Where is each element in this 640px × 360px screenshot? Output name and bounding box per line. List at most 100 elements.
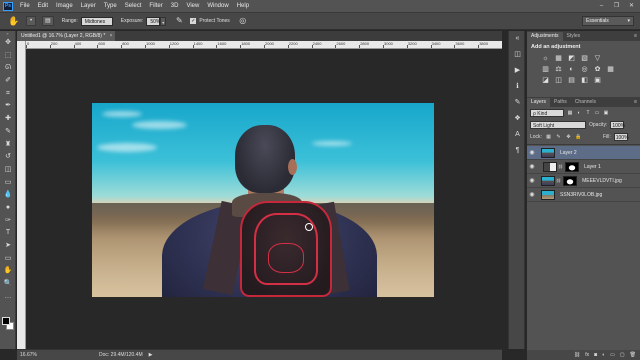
- color-balance-icon[interactable]: ⚖: [554, 65, 563, 74]
- tab-channels[interactable]: Channels: [571, 98, 600, 107]
- brush-panel-icon[interactable]: ▤: [42, 16, 54, 26]
- shape-filter-icon[interactable]: ▭: [594, 110, 600, 116]
- quick-select-tool-icon[interactable]: ✐: [0, 75, 16, 88]
- adjustment-filter-icon[interactable]: ◐: [576, 110, 582, 116]
- fill-input[interactable]: 100%: [613, 133, 629, 141]
- layer-mask-thumbnail[interactable]: [563, 175, 578, 186]
- properties-panel-icon[interactable]: ℹ: [509, 79, 526, 95]
- restore-icon[interactable]: ❐: [613, 3, 620, 10]
- black-white-icon[interactable]: ◐: [567, 65, 576, 74]
- layer-row[interactable]: ◉ ⛓ Layer 1: [527, 160, 640, 174]
- dodge-tool-icon[interactable]: ●: [0, 202, 16, 215]
- clone-stamp-tool-icon[interactable]: ♜: [0, 139, 16, 152]
- threshold-icon[interactable]: ▤: [567, 76, 576, 85]
- menu-select[interactable]: Select: [121, 0, 146, 12]
- new-adjustment-icon[interactable]: ◐: [602, 352, 605, 358]
- menu-view[interactable]: View: [182, 0, 203, 12]
- healing-tool-icon[interactable]: ✚: [0, 113, 16, 126]
- vibrance-icon[interactable]: ▽: [593, 54, 602, 63]
- history-panel-icon[interactable]: ◫: [509, 47, 526, 63]
- link-layers-icon[interactable]: ⛓: [574, 352, 580, 358]
- brush-panel-icon[interactable]: ✎: [509, 95, 526, 111]
- pressure-icon[interactable]: ◎: [238, 16, 248, 26]
- menu-3d[interactable]: 3D: [167, 0, 183, 12]
- menu-layer[interactable]: Layer: [77, 0, 100, 12]
- panel-menu-icon[interactable]: ≡: [634, 98, 637, 107]
- layer-name[interactable]: Layer 2: [560, 150, 577, 156]
- type-filter-icon[interactable]: T: [585, 110, 591, 116]
- menu-filter[interactable]: Filter: [145, 0, 166, 12]
- layer-mask-thumbnail[interactable]: [565, 161, 580, 172]
- type-tool-icon[interactable]: T: [0, 227, 16, 240]
- menu-window[interactable]: Window: [203, 0, 232, 12]
- posterize-icon[interactable]: ◫: [554, 76, 563, 85]
- lock-position-icon[interactable]: ✥: [565, 134, 572, 141]
- selective-color-icon[interactable]: ▣: [593, 76, 602, 85]
- canvas-image[interactable]: [92, 103, 434, 297]
- move-tool-icon[interactable]: ✥: [0, 37, 16, 50]
- layer-name[interactable]: MEEEVLDVTI.jpg: [582, 178, 622, 184]
- layer-style-icon[interactable]: fx: [585, 352, 589, 358]
- layer-row[interactable]: ◉ ⛓ MEEEVLDVTI.jpg: [527, 174, 640, 188]
- pixel-filter-icon[interactable]: ▦: [567, 110, 573, 116]
- blur-tool-icon[interactable]: 💧: [0, 189, 16, 202]
- paragraph-panel-icon[interactable]: ¶: [509, 143, 526, 159]
- range-select[interactable]: Midtones: [80, 16, 113, 26]
- airbrush-icon[interactable]: ✎: [174, 16, 184, 26]
- brush-size-button[interactable]: •: [26, 16, 36, 26]
- visibility-eye-icon[interactable]: ◉: [527, 149, 537, 156]
- menu-help[interactable]: Help: [233, 0, 253, 12]
- panel-menu-icon[interactable]: ≡: [634, 32, 637, 41]
- gradient-map-icon[interactable]: ◧: [580, 76, 589, 85]
- pen-tool-icon[interactable]: ✑: [0, 215, 16, 228]
- delete-layer-icon[interactable]: 🗑: [630, 352, 636, 358]
- clone-source-panel-icon[interactable]: ❖: [509, 111, 526, 127]
- menu-edit[interactable]: Edit: [34, 0, 52, 12]
- close-icon[interactable]: ✕: [628, 3, 635, 10]
- menu-image[interactable]: Image: [52, 0, 77, 12]
- hand-tool-icon[interactable]: ✋: [0, 265, 16, 278]
- curves-icon[interactable]: ◩: [567, 54, 576, 63]
- crop-tool-icon[interactable]: ⌗: [0, 88, 16, 101]
- tab-layers[interactable]: Layers: [527, 98, 551, 107]
- invert-icon[interactable]: ◪: [541, 76, 550, 85]
- lock-pixels-icon[interactable]: ✎: [555, 134, 562, 141]
- add-mask-icon[interactable]: ◙: [594, 352, 597, 358]
- smart-filter-icon[interactable]: ▣: [603, 110, 609, 116]
- shape-tool-icon[interactable]: ▭: [0, 253, 16, 266]
- opacity-input[interactable]: 100%: [610, 121, 625, 129]
- tab-styles[interactable]: Styles: [563, 32, 585, 41]
- channel-mixer-icon[interactable]: ✿: [593, 65, 602, 74]
- color-lookup-icon[interactable]: ▦: [606, 65, 615, 74]
- levels-icon[interactable]: ▦: [554, 54, 563, 63]
- character-panel-icon[interactable]: A: [509, 127, 526, 143]
- gradient-tool-icon[interactable]: ▭: [0, 177, 16, 190]
- exposure-input[interactable]: 50%: [146, 16, 160, 26]
- document-tab[interactable]: Untitled1 @ 16.7% (Layer 2, RGB/8) * ×: [17, 31, 115, 41]
- color-swatches[interactable]: [2, 317, 14, 331]
- layer-name[interactable]: Layer 1: [584, 164, 601, 170]
- new-layer-icon[interactable]: ▢: [620, 352, 625, 358]
- path-select-tool-icon[interactable]: ➤: [0, 240, 16, 253]
- status-menu-icon[interactable]: ▶: [149, 352, 153, 358]
- actions-panel-icon[interactable]: ▶: [509, 63, 526, 79]
- brush-tool-icon[interactable]: ✎: [0, 126, 16, 139]
- close-tab-icon[interactable]: ×: [110, 33, 113, 39]
- eraser-tool-icon[interactable]: ◫: [0, 164, 16, 177]
- hue-saturation-icon[interactable]: ▥: [541, 65, 550, 74]
- tab-paths[interactable]: Paths: [550, 98, 571, 107]
- collapse-dock-icon[interactable]: «: [509, 31, 526, 47]
- visibility-eye-icon[interactable]: ◉: [527, 177, 537, 184]
- menu-type[interactable]: Type: [100, 0, 121, 12]
- new-group-icon[interactable]: ▭: [610, 352, 615, 358]
- visibility-eye-icon[interactable]: ◉: [527, 191, 537, 198]
- layer-row[interactable]: ◉ SSN3RIV0LOB.jpg: [527, 188, 640, 202]
- exposure-icon[interactable]: ▧: [580, 54, 589, 63]
- workspace-switcher[interactable]: Essentials ▾: [582, 16, 634, 26]
- minimize-icon[interactable]: –: [598, 3, 605, 10]
- marquee-tool-icon[interactable]: ⬚: [0, 50, 16, 63]
- photo-filter-icon[interactable]: ◎: [580, 65, 589, 74]
- foreground-color-swatch[interactable]: [2, 317, 10, 325]
- history-brush-tool-icon[interactable]: ↺: [0, 151, 16, 164]
- lasso-tool-icon[interactable]: ᘏ: [0, 62, 16, 75]
